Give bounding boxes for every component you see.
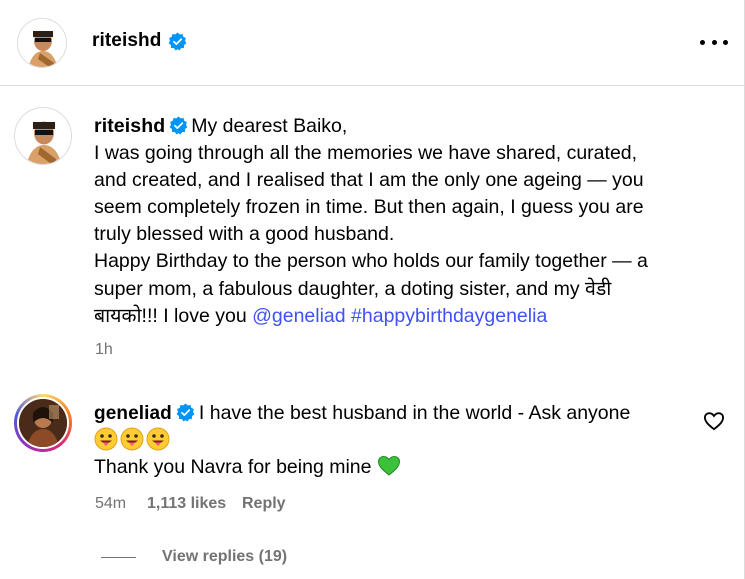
- post-comments-panel: riteishd riteishd My dearest Baiko, I wa…: [0, 0, 745, 579]
- hashtag-link[interactable]: #happybirthdaygenelia: [351, 305, 547, 327]
- comment-text: geneliad I have the best husband in the …: [94, 400, 694, 481]
- verified-badge-icon: [169, 31, 187, 51]
- verified-badge-icon: [176, 403, 195, 422]
- tongue-out-emoji: [120, 427, 144, 451]
- story-ring-avatar[interactable]: [14, 394, 72, 452]
- verified-badge-icon: [169, 116, 188, 135]
- caption-username[interactable]: riteishd: [94, 115, 165, 137]
- caption-line: seem completely frozen in time. But then…: [94, 196, 644, 219]
- caption-timestamp[interactable]: 1h: [95, 341, 113, 359]
- comment-body: I have the best husband in the world - A…: [198, 402, 631, 424]
- comment-timestamp[interactable]: 54m: [95, 495, 147, 513]
- replies-divider: [101, 556, 136, 558]
- more-horizontal-icon[interactable]: [700, 36, 728, 48]
- tongue-out-emoji: [146, 427, 170, 451]
- heart-outline-icon[interactable]: [703, 411, 725, 431]
- comment-likes[interactable]: 1,113 likes: [147, 495, 242, 513]
- reply-button[interactable]: Reply: [242, 495, 286, 513]
- mention-link[interactable]: @geneliad: [252, 305, 346, 327]
- caption-line: and created, and I realised that I am th…: [94, 169, 644, 192]
- avatar[interactable]: [14, 107, 72, 165]
- tongue-out-emoji: [94, 427, 118, 451]
- emoji-row: [94, 427, 694, 454]
- caption-line: Happy Birthday to the person who holds o…: [94, 250, 648, 273]
- avatar[interactable]: [17, 18, 67, 68]
- caption-line: बायको!!! I love you: [94, 304, 247, 327]
- comment-username[interactable]: geneliad: [94, 403, 172, 424]
- avatar: [17, 397, 69, 449]
- view-replies-button[interactable]: View replies (19): [101, 548, 287, 566]
- post-header: riteishd: [0, 0, 744, 86]
- green-heart-emoji: [377, 455, 400, 476]
- caption-line: I was going through all the memories we …: [94, 142, 638, 165]
- caption-line: super mom, a fabulous daughter, a doting…: [94, 277, 612, 300]
- comment-meta: 54m 1,113 likes Reply: [95, 495, 286, 513]
- caption-line: My dearest Baiko,: [191, 115, 348, 137]
- caption-text: riteishd My dearest Baiko, I was going t…: [94, 113, 719, 330]
- comment-second-line: Thank you Navra for being mine: [94, 456, 372, 478]
- header-user: riteishd: [92, 30, 187, 52]
- caption-line: truly blessed with a good husband.: [94, 223, 395, 246]
- view-replies-label: View replies (19): [162, 548, 288, 565]
- header-username[interactable]: riteishd: [92, 30, 161, 52]
